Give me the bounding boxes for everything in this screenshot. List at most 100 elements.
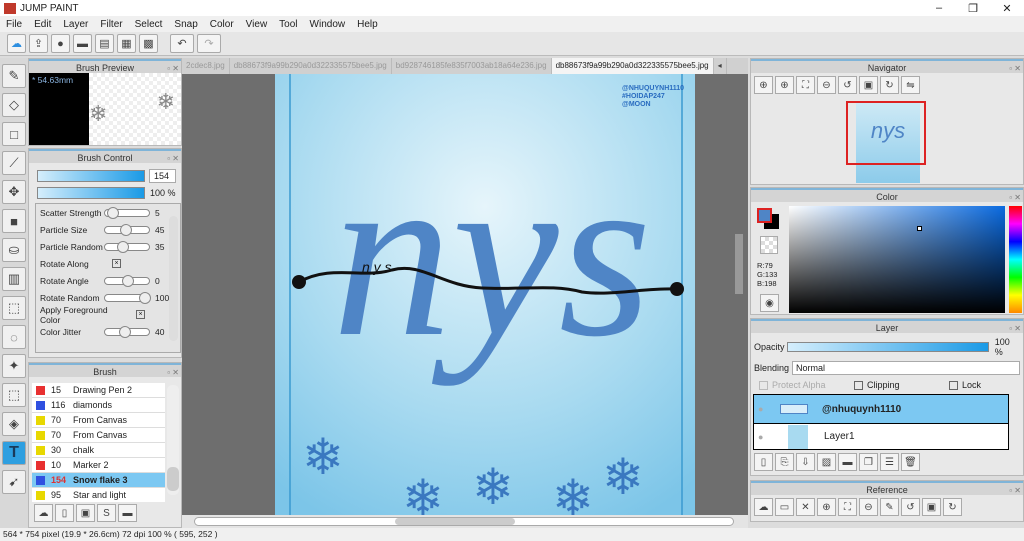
brush-menu-icon[interactable]: ▣ [76, 504, 95, 522]
cloud-download-icon[interactable]: ☁ [754, 498, 773, 516]
fit-icon[interactable]: ⛶ [838, 498, 857, 516]
setting-checkbox[interactable]: × [136, 310, 145, 319]
close-button[interactable]: ✕ [990, 2, 1024, 15]
brush-item[interactable]: 116 diamonds [32, 398, 165, 413]
move-tool-icon[interactable]: ✥ [2, 180, 26, 204]
select-eraser-icon[interactable]: ◈ [2, 412, 26, 436]
navigator-thumbnail[interactable]: nys [846, 101, 926, 183]
transparent-color-icon[interactable] [760, 236, 778, 254]
new-brush-icon[interactable]: ▯ [55, 504, 74, 522]
setting-slider[interactable] [104, 240, 150, 253]
brush-item[interactable]: 95 Star and light [32, 488, 165, 502]
tone-layer-icon[interactable]: ▨ [817, 453, 836, 471]
fill-rect-tool-icon[interactable]: ■ [2, 209, 26, 233]
navigator-viewport[interactable] [846, 101, 926, 165]
saturation-value-picker[interactable] [789, 206, 1005, 313]
setting-slider[interactable] [104, 291, 151, 304]
visibility-icon[interactable]: ● [758, 432, 772, 442]
redo-icon[interactable]: ↷ [197, 34, 221, 53]
menu-edit[interactable]: Edit [28, 19, 57, 30]
rectangle-tool-icon[interactable]: □ [2, 122, 26, 146]
layer-folder-icon[interactable]: ▬ [838, 453, 857, 471]
new-layer-icon[interactable]: ▯ [754, 453, 773, 471]
panel-close-icon[interactable]: ▫ ✕ [167, 152, 179, 166]
rotate-left-icon[interactable]: ↺ [901, 498, 920, 516]
tab-document-active[interactable]: db88673f9a99b290a0d322335575bee5.jpg [551, 58, 714, 74]
setting-checkbox[interactable]: × [112, 259, 121, 268]
hue-slider[interactable] [1009, 206, 1022, 313]
setting-slider[interactable] [104, 274, 150, 287]
layer-row[interactable]: ● Layer1 [753, 424, 1009, 450]
brush-item[interactable]: 30 chalk [32, 443, 165, 458]
menu-file[interactable]: File [0, 19, 28, 30]
copy-layer-icon[interactable]: ❐ [859, 453, 878, 471]
flip-icon[interactable]: ⇋ [901, 76, 920, 94]
fit-icon[interactable]: ⛶ [796, 76, 815, 94]
visibility-icon[interactable]: ● [758, 404, 772, 414]
magic-wand-icon[interactable]: ✦ [2, 354, 26, 378]
brush-item[interactable]: 15 Drawing Pen 2 [32, 383, 165, 398]
fit-screen-icon[interactable]: ▣ [922, 498, 941, 516]
brush-size-input[interactable]: 154 [149, 169, 176, 183]
tab-document[interactable]: 2cdec8.jpg [182, 58, 230, 74]
layer-opacity-bar[interactable] [786, 342, 989, 352]
clipping-checkbox[interactable] [854, 380, 863, 390]
brush-size-bar[interactable] [37, 170, 145, 182]
menu-view[interactable]: View [240, 19, 274, 30]
menu-select[interactable]: Select [129, 19, 169, 30]
settings-scrollbar[interactable] [169, 216, 178, 341]
brush-item[interactable]: 10 Marker 2 [32, 458, 165, 473]
zoom-out-icon[interactable]: ⊖ [859, 498, 878, 516]
duplicate-layer-icon[interactable]: ⎘ [775, 453, 794, 471]
rect-select-icon[interactable]: ⬚ [2, 296, 26, 320]
grid-settings-icon[interactable]: ▦ [117, 34, 136, 53]
setting-slider[interactable] [104, 223, 150, 236]
maximize-button[interactable]: ❐ [956, 2, 990, 15]
layer-row[interactable]: ● @nhuquynh1110 [753, 394, 1009, 424]
open-folder-icon[interactable]: ▭ [775, 498, 794, 516]
brush-item[interactable]: 154 Snow flake 3 [32, 473, 165, 488]
zoom-actual-icon[interactable]: ⊕ [754, 76, 773, 94]
panel-close-icon[interactable]: ▫ ✕ [1009, 62, 1021, 76]
close-reference-icon[interactable]: ✕ [796, 498, 815, 516]
share-icon[interactable]: ⇪ [29, 34, 48, 53]
menu-snap[interactable]: Snap [168, 19, 203, 30]
brush-settings-icon[interactable]: S [97, 504, 116, 522]
menu-layer[interactable]: Layer [57, 19, 94, 30]
tab-scroll-left-icon[interactable]: ◂ [714, 58, 727, 74]
minimize-button[interactable]: – [922, 2, 956, 15]
rotate-right-icon[interactable]: ↻ [880, 76, 899, 94]
menu-color[interactable]: Color [204, 19, 240, 30]
canvas-image[interactable]: nys n y s ❄❄ ❄ ❄ ❄ @NHUQUYNH1110 #HOIDAP247… [182, 74, 748, 515]
blending-select[interactable]: Normal [792, 361, 1020, 375]
menu-help[interactable]: Help [351, 19, 384, 30]
panel-close-icon[interactable]: ▫ ✕ [167, 366, 179, 380]
comment-icon[interactable]: ● [51, 34, 70, 53]
select-pen-icon[interactable]: ⬚ [2, 383, 26, 407]
panel-close-icon[interactable]: ▫ ✕ [1009, 322, 1021, 336]
horizontal-scrollbar[interactable] [182, 515, 748, 528]
folder-icon[interactable]: ▬ [118, 504, 137, 522]
merge-layer-icon[interactable]: ⇩ [796, 453, 815, 471]
panel-close-icon[interactable]: ▫ ✕ [1009, 191, 1021, 205]
document-icon[interactable]: ▤ [95, 34, 114, 53]
panel-close-icon[interactable]: ▫ ✕ [1009, 484, 1021, 498]
delete-layer-icon[interactable]: 🗑 [901, 453, 920, 471]
foreground-color-swatch[interactable] [757, 208, 772, 223]
zoom-out-icon[interactable]: ⊖ [817, 76, 836, 94]
lock-checkbox[interactable] [949, 380, 958, 390]
eyedropper-icon[interactable]: ✎ [880, 498, 899, 516]
canvas-area[interactable]: nys n y s ❄ ❄ ❄ ❄ ❄ @NHUQUYNH1110 #HOIDAP247… [182, 74, 748, 515]
tab-document[interactable]: db88673f9a99b290a0d322335575bee5.jpg [230, 58, 392, 74]
lasso-select-icon[interactable]: ◌ [2, 325, 26, 349]
text-tool-icon[interactable]: T [2, 441, 26, 465]
layer-settings-icon[interactable]: ☰ [880, 453, 899, 471]
bucket-tool-icon[interactable]: ⛀ [2, 238, 26, 262]
fit-screen-icon[interactable]: ▣ [859, 76, 878, 94]
layout-icon[interactable]: ▩ [139, 34, 158, 53]
gradient-tool-icon[interactable]: ▥ [2, 267, 26, 291]
menu-filter[interactable]: Filter [94, 19, 128, 30]
brush-list-scrollbar[interactable] [167, 385, 179, 495]
undo-icon[interactable]: ↶ [170, 34, 194, 53]
menu-tool[interactable]: Tool [273, 19, 303, 30]
